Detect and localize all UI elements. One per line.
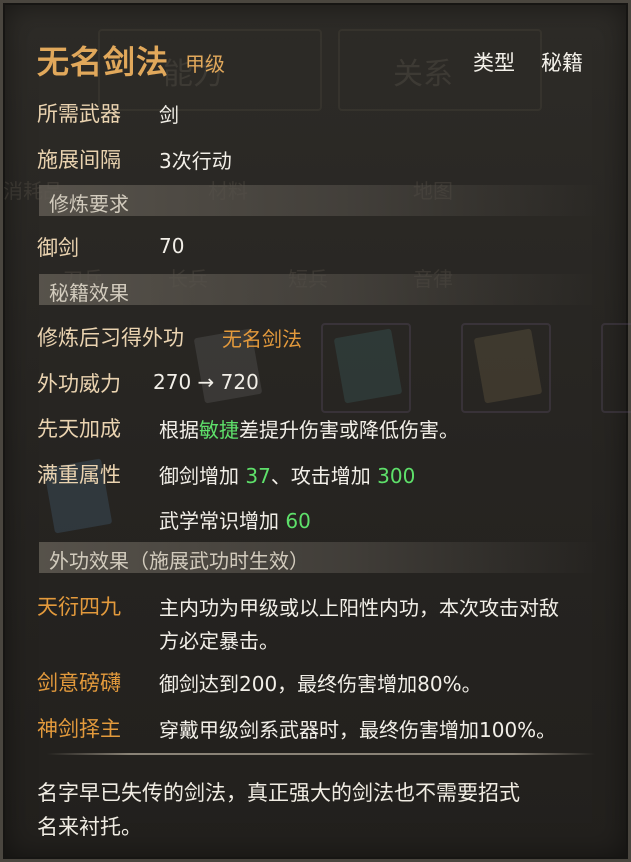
martial-effect-desc: 方必定暴击。 xyxy=(159,629,279,653)
max-item-value: 300 xyxy=(377,464,416,488)
power-label: 外功威力 xyxy=(37,372,121,396)
max-item-value: 60 xyxy=(285,509,311,533)
max-weight-label: 满重属性 xyxy=(37,463,121,487)
cultivation-skill-label: 御剑 xyxy=(37,236,79,260)
max-item-label: 武学常识增加 xyxy=(159,509,279,533)
innate-label: 先天加成 xyxy=(37,417,121,441)
innate-attribute: 敏捷 xyxy=(199,418,239,442)
required-weapon-label: 所需武器 xyxy=(37,102,121,126)
power-row: 270 → 720 xyxy=(153,370,259,394)
type-value: 秘籍 xyxy=(541,51,583,75)
required-weapon-value: 剑 xyxy=(159,103,179,127)
skill-tooltip-panel: 能力 关系 消耗品 材料 地图 刀兵 长兵 短兵 音律 无名剑法 甲级 类型 秘… xyxy=(0,0,631,862)
bg-tab-relation: 关系 xyxy=(393,57,453,92)
bg-book-icon xyxy=(473,328,543,404)
cultivation-header: 修炼要求 xyxy=(39,185,599,216)
divider xyxy=(47,753,595,755)
power-arrow: → xyxy=(197,370,215,394)
cultivation-skill-value: 70 xyxy=(159,234,185,258)
learn-value: 无名剑法 xyxy=(222,327,302,351)
max-item-sep: 、 xyxy=(270,464,291,488)
flavor-text-line2: 名来衬托。 xyxy=(37,815,142,839)
martial-effect-name: 剑意磅礴 xyxy=(37,671,121,695)
effects-header: 秘籍效果 xyxy=(39,274,599,305)
martial-effect-desc: 主内功为甲级或以上阳性内功，本次攻击对敌 xyxy=(159,596,559,620)
max-item-value: 37 xyxy=(245,464,271,488)
martial-effect-name: 神剑择主 xyxy=(37,717,121,741)
martial-header: 外功效果（施展武功时生效） xyxy=(39,542,599,573)
bg-book-icon xyxy=(333,328,403,404)
cultivation-header-text: 修炼要求 xyxy=(49,192,129,216)
skill-name: 无名剑法 xyxy=(37,43,170,81)
power-to: 720 xyxy=(220,370,259,394)
learn-label: 修炼后习得外功 xyxy=(37,326,184,350)
innate-pre: 根据 xyxy=(159,418,199,442)
max-item-label: 御剑增加 xyxy=(159,464,239,488)
bg-item-slot xyxy=(601,323,631,413)
effects-header-text: 秘籍效果 xyxy=(49,281,129,305)
cast-interval-label: 施展间隔 xyxy=(37,148,121,172)
flavor-text-line1: 名字早已失传的剑法，真正强大的剑法也不需要招式 xyxy=(37,781,520,805)
martial-effect-desc: 御剑达到200，最终伤害增加80%。 xyxy=(159,672,482,696)
max-weight-line1: 御剑增加 37、攻击增加 300 xyxy=(159,460,415,489)
innate-post: 差提升伤害或降低伤害。 xyxy=(239,418,459,442)
cast-interval-value: 3次行动 xyxy=(159,149,232,173)
max-item-label: 攻击增加 xyxy=(290,464,371,488)
skill-grade: 甲级 xyxy=(185,52,225,76)
martial-header-text: 外功效果（施展武功时生效） xyxy=(49,549,309,573)
power-from: 270 xyxy=(153,370,192,394)
type-label: 类型 xyxy=(473,51,515,75)
martial-effect-desc: 穿戴甲级剑系武器时，最终伤害增加100%。 xyxy=(159,718,557,742)
innate-desc: 根据敏捷差提升伤害或降低伤害。 xyxy=(159,414,459,443)
martial-effect-name: 天衍四九 xyxy=(37,595,121,619)
max-weight-line2: 武学常识增加 60 xyxy=(159,505,311,534)
